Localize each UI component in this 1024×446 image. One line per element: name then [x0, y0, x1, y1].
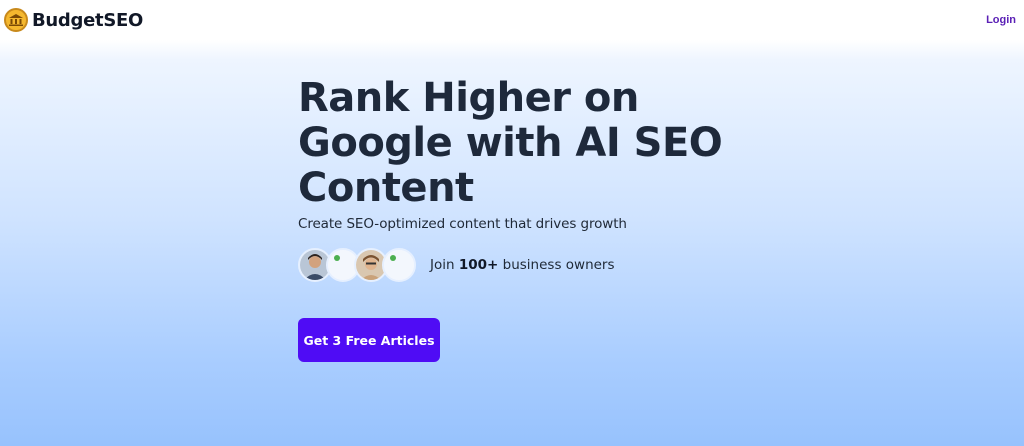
social-proof-text: Join 100+ business owners	[430, 257, 615, 273]
headline-line-2: Google with AI SEO	[298, 120, 723, 166]
get-free-articles-button[interactable]: Get 3 Free Articles	[298, 318, 440, 362]
hero-section: Rank Higher on Google with AI SEO Conten…	[298, 76, 818, 282]
social-proof: Join 100+ business owners	[298, 248, 818, 282]
hero-headline: Rank Higher on Google with AI SEO Conten…	[298, 76, 818, 211]
social-proof-suffix: business owners	[498, 257, 615, 273]
social-proof-prefix: Join	[430, 257, 459, 273]
hero-subheadline: Create SEO-optimized content that drives…	[298, 216, 627, 232]
login-link[interactable]: Login	[986, 14, 1016, 26]
headline-line-1: Rank Higher on	[298, 75, 639, 121]
brand-name: BudgetSEO	[32, 9, 143, 31]
brand[interactable]: BudgetSEO	[4, 8, 143, 32]
top-nav: BudgetSEO Login	[0, 0, 1024, 40]
user-avatar-4	[382, 248, 416, 282]
coin-bank-icon	[4, 8, 28, 32]
headline-line-3: Content	[298, 165, 474, 211]
avatar-stack	[298, 248, 416, 282]
social-proof-count: 100+	[458, 257, 499, 273]
